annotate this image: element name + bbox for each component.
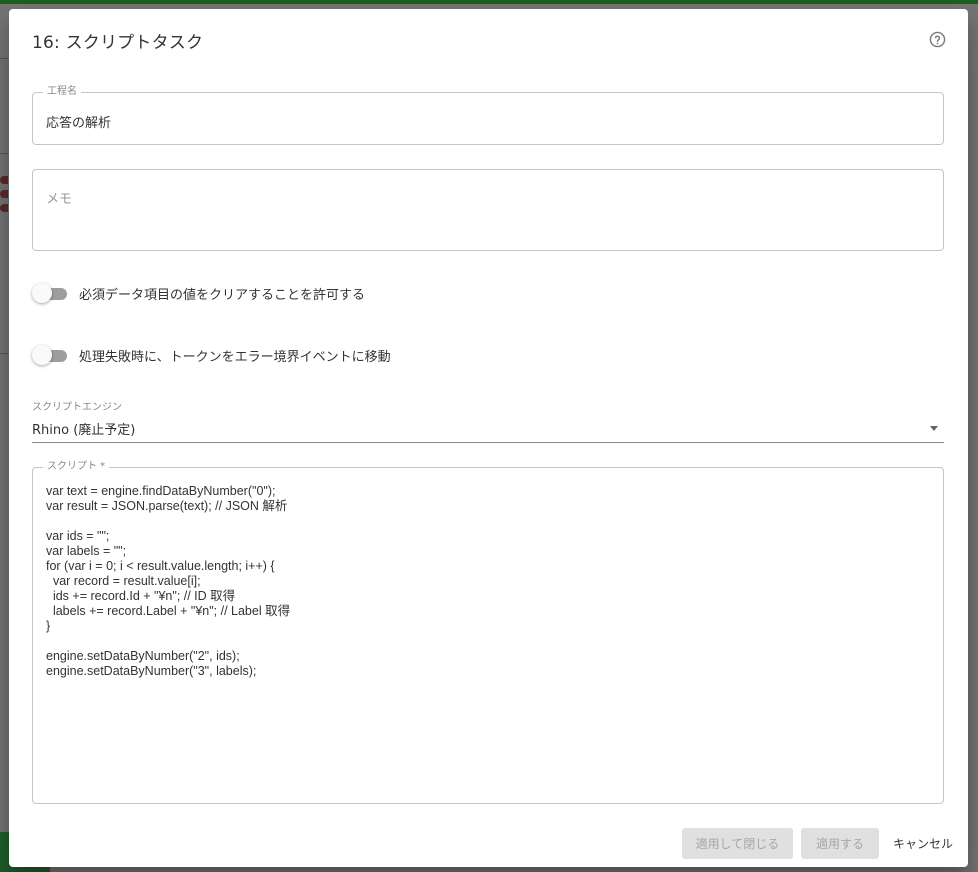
error-boundary-label: 処理失敗時に、トークンをエラー境界イベントに移動 [79, 349, 391, 365]
memo-placeholder: メモ [46, 192, 73, 207]
background-logo [0, 176, 8, 226]
script-code[interactable]: var text = engine.findDataByNumber("0");… [46, 484, 933, 793]
script-engine-select[interactable]: Rhino (廃止予定) [32, 415, 944, 443]
app-top-bar [0, 0, 978, 4]
script-field[interactable]: スクリプト * var text = engine.findDataByNumb… [32, 461, 944, 804]
script-engine-label: スクリプトエンジン [32, 402, 122, 413]
error-boundary-switch[interactable] [32, 344, 68, 366]
allow-clear-switch[interactable] [32, 282, 68, 304]
background-divider [0, 153, 8, 154]
switch-thumb [32, 283, 52, 303]
memo-field[interactable]: メモ [32, 169, 944, 251]
apply-button[interactable]: 適用する [801, 828, 879, 859]
toggle-row-allow-clear: 必須データ項目の値をクリアすることを許可する [32, 282, 365, 304]
script-task-dialog: 16: スクリプトタスク 工程名 応答の解析 メモ 必須データ項目の値をクリアす… [9, 9, 968, 867]
dialog-title: 16: スクリプトタスク [32, 33, 204, 53]
script-engine-value: Rhino (廃止予定) [32, 423, 136, 438]
dropdown-arrow-icon [930, 426, 938, 431]
process-name-field[interactable]: 工程名 応答の解析 [32, 86, 944, 145]
background-divider [0, 353, 8, 354]
background-divider [0, 58, 8, 59]
script-label: スクリプト * [43, 461, 110, 473]
allow-clear-label: 必須データ項目の値をクリアすることを許可する [79, 287, 366, 303]
process-name-label: 工程名 [43, 86, 81, 98]
process-name-value: 応答の解析 [46, 116, 112, 131]
help-circle-icon[interactable] [929, 31, 946, 48]
toggle-row-error-boundary: 処理失敗時に、トークンをエラー境界イベントに移動 [32, 344, 391, 366]
switch-thumb [32, 345, 52, 365]
cancel-button[interactable]: キャンセル [887, 828, 959, 859]
apply-and-close-button[interactable]: 適用して閉じる [682, 828, 793, 859]
